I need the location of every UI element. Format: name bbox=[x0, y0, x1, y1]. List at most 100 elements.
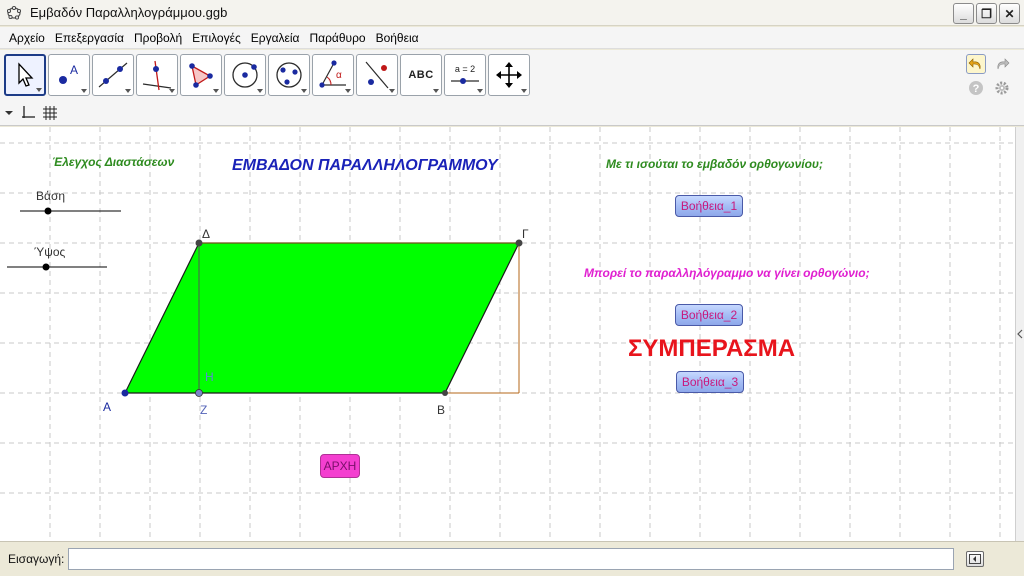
maximize-button[interactable]: ❐ bbox=[976, 3, 997, 24]
minimize-button[interactable]: _ bbox=[953, 3, 974, 24]
text-icon: ABC bbox=[408, 69, 434, 81]
menu-help[interactable]: Βοήθεια bbox=[371, 31, 424, 45]
dropdown-triangle-icon bbox=[345, 89, 351, 93]
point-g-label: Γ bbox=[522, 227, 529, 241]
menu-file[interactable]: Αρχείο bbox=[4, 31, 50, 45]
geogebra-icon bbox=[6, 5, 21, 19]
move-graphics-tool[interactable] bbox=[488, 54, 530, 96]
circle-center-point-icon bbox=[232, 62, 258, 88]
menu-tools[interactable]: Εργαλεία bbox=[246, 31, 305, 45]
polygon-icon bbox=[189, 63, 213, 88]
svg-text:?: ? bbox=[973, 83, 980, 95]
line-tool[interactable] bbox=[92, 54, 134, 96]
dropdown-triangle-icon bbox=[301, 89, 307, 93]
input-label: Εισαγωγή: bbox=[8, 552, 65, 566]
menu-bar: Αρχείο Επεξεργασία Προβολή Επιλογές Εργα… bbox=[0, 27, 1024, 49]
grid-lines bbox=[0, 127, 1015, 541]
question-become-rectangle: Μπορεί το παραλληλόγραμμο να γίνει ορθογ… bbox=[584, 266, 870, 280]
input-bar: Εισαγωγή: bbox=[0, 541, 1024, 576]
chevron-left-icon bbox=[1017, 329, 1023, 339]
help-button[interactable]: ? bbox=[966, 78, 986, 98]
dropdown-triangle-icon bbox=[125, 89, 131, 93]
move-tool[interactable] bbox=[4, 54, 46, 96]
move-view-icon bbox=[496, 62, 522, 88]
input-field[interactable] bbox=[68, 548, 955, 570]
point-icon: A bbox=[59, 63, 78, 84]
dropdown-triangle-icon bbox=[257, 89, 263, 93]
start-button[interactable]: ΑΡΧΗ bbox=[320, 454, 360, 478]
settings-button[interactable] bbox=[992, 78, 1012, 98]
undo-redo-group: ? bbox=[966, 54, 1014, 98]
angle-tool[interactable]: α bbox=[312, 54, 354, 96]
close-icon: ✕ bbox=[1004, 6, 1015, 21]
slider-base[interactable] bbox=[20, 207, 121, 215]
dropdown-triangle-icon bbox=[169, 89, 175, 93]
point-a[interactable] bbox=[121, 389, 129, 397]
help-icon: ? bbox=[969, 81, 983, 95]
point-b[interactable] bbox=[442, 390, 448, 396]
question-rectangle-area: Με τι ισούται το εμβαδόν ορθογωνίου; bbox=[606, 157, 823, 171]
perpendicular-tool[interactable] bbox=[136, 54, 178, 96]
circle-tool[interactable] bbox=[224, 54, 266, 96]
line-through-points-icon bbox=[98, 62, 128, 88]
redo-icon bbox=[997, 58, 1010, 70]
redo-button[interactable] bbox=[992, 54, 1012, 74]
menu-view[interactable]: Προβολή bbox=[129, 31, 187, 45]
dropdown-triangle-icon bbox=[213, 89, 219, 93]
dropdown-triangle-icon[interactable] bbox=[4, 108, 14, 118]
menu-options[interactable]: Επιλογές bbox=[187, 31, 246, 45]
slider-height-label: Ύψος bbox=[34, 245, 66, 259]
height-label: Η bbox=[205, 370, 214, 384]
window-title: Εμβαδόν Παραλληλογράμμου.ggb bbox=[30, 5, 228, 20]
point-b-label: Β bbox=[437, 403, 446, 417]
grid-icon[interactable] bbox=[42, 105, 58, 121]
dropdown-triangle-icon bbox=[36, 88, 42, 92]
menu-edit[interactable]: Επεξεργασία bbox=[50, 31, 129, 45]
check-dimensions-text: Έλεγχος Διαστάσεων bbox=[52, 155, 175, 169]
graphics-view[interactable]: Έλεγχος Διαστάσεων ΕΜΒΑΔΟΝ ΠΑΡΑΛΛΗΛΟΓΡΑΜ… bbox=[0, 127, 1015, 541]
input-help-toggle-button[interactable] bbox=[966, 551, 984, 567]
perpendicular-line-icon bbox=[142, 60, 172, 91]
dropdown-triangle-icon bbox=[81, 89, 87, 93]
reflect-tool[interactable] bbox=[356, 54, 398, 96]
point-z-label: Ζ bbox=[200, 403, 208, 417]
toolbar: A α ABC a = 2 bbox=[0, 50, 1024, 100]
point-tool[interactable]: A bbox=[48, 54, 90, 96]
arrow-pointer-icon bbox=[18, 62, 34, 87]
help-3-button[interactable]: Βοήθεια_3 bbox=[676, 371, 744, 393]
slider-icon: a = 2 bbox=[451, 64, 479, 84]
side-panel-toggle[interactable] bbox=[1015, 127, 1024, 541]
title-bar: Εμβαδόν Παραλληλογράμμου.ggb _ ❐ ✕ bbox=[0, 0, 1024, 26]
gear-icon bbox=[995, 81, 1009, 95]
graphics-canvas bbox=[0, 127, 1015, 541]
style-bar bbox=[0, 100, 1024, 126]
menu-window[interactable]: Παράθυρο bbox=[304, 31, 370, 45]
text-tool[interactable]: ABC bbox=[400, 54, 442, 96]
dropdown-triangle-icon bbox=[521, 89, 527, 93]
point-d-label: Δ bbox=[202, 227, 211, 241]
slider-base-label: Βάση bbox=[36, 189, 66, 203]
restore-icon: ❐ bbox=[981, 6, 992, 21]
svg-text:α: α bbox=[336, 70, 342, 81]
reflect-icon bbox=[365, 61, 389, 89]
dropdown-triangle-icon bbox=[433, 89, 439, 93]
parallelogram[interactable] bbox=[124, 242, 520, 394]
point-a-label: Α bbox=[103, 400, 112, 414]
close-button[interactable]: ✕ bbox=[999, 3, 1020, 24]
slider-height[interactable] bbox=[7, 263, 107, 271]
minimize-icon: _ bbox=[960, 6, 967, 21]
slider-tool[interactable]: a = 2 bbox=[444, 54, 486, 96]
undo-button[interactable] bbox=[966, 54, 986, 74]
conclusion-title: ΣΥΜΠΕΡΑΣΜΑ bbox=[628, 335, 796, 362]
help-1-button[interactable]: Βοήθεια_1 bbox=[675, 195, 743, 217]
slider-tool-label: a = 2 bbox=[455, 64, 475, 74]
point-z[interactable] bbox=[195, 389, 203, 397]
polygon-tool[interactable] bbox=[180, 54, 222, 96]
panel-toggle-icon bbox=[969, 554, 981, 564]
svg-text:A: A bbox=[70, 63, 78, 77]
axes-icon[interactable] bbox=[20, 105, 36, 121]
angle-icon: α bbox=[319, 60, 346, 88]
window-controls: _ ❐ ✕ bbox=[953, 3, 1020, 24]
ellipse-tool[interactable] bbox=[268, 54, 310, 96]
help-2-button[interactable]: Βοήθεια_2 bbox=[675, 304, 743, 326]
